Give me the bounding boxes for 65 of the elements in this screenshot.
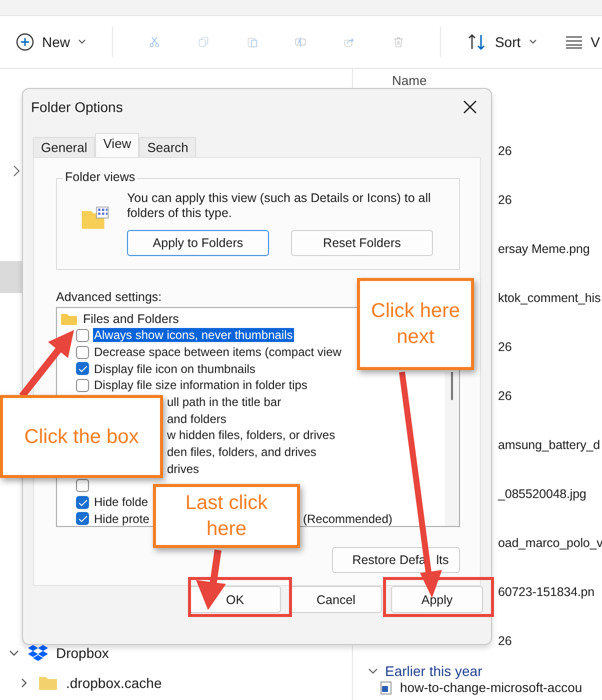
group-legend: Folder views (63, 170, 138, 184)
setting-label[interactable]: Display file icon on thumbnails (93, 362, 256, 376)
file-name[interactable]: 26 (498, 144, 512, 158)
dialog-button[interactable]: Apply to Folders (126, 230, 269, 256)
tab[interactable]: View (95, 133, 140, 157)
nav-item[interactable]: .dropbox.cache (0, 668, 352, 698)
file-name[interactable]: ktok_comment_his (498, 291, 601, 305)
sort-button[interactable]: Sort (464, 29, 539, 55)
folder-icon (61, 312, 77, 324)
checkbox[interactable] (76, 479, 89, 492)
setting-label[interactable]: Hide folde (93, 495, 150, 510)
view-button[interactable]: V (562, 30, 602, 54)
callout: Last click here (153, 484, 300, 548)
setting-label[interactable]: ull path in the title bar (166, 395, 282, 410)
file-name[interactable]: 26 (498, 634, 512, 648)
checkbox[interactable] (76, 328, 89, 342)
tab[interactable]: General (33, 137, 96, 157)
nav-item[interactable]: Dropbox (0, 638, 352, 668)
section-label: Advanced settings: (56, 290, 162, 304)
setting-label[interactable]: Decrease space between items (compact view (93, 345, 342, 360)
file-name[interactable]: how-to-change-microsoft-accou (380, 680, 582, 695)
setting-label[interactable]: Always show icons, never thumbnails (93, 328, 294, 342)
file-name[interactable]: amsung_battery_d (498, 438, 600, 452)
file-name[interactable]: ersay Meme.png (498, 242, 590, 256)
file-name[interactable]: 26 (498, 389, 512, 403)
checkbox[interactable] (76, 362, 89, 376)
sort-icon (466, 33, 487, 51)
arrow (196, 550, 226, 610)
setting-label[interactable]: Display file size information in folder tips (93, 378, 308, 392)
new-button[interactable]: New (14, 29, 88, 55)
file-name[interactable]: _085520048.jpg (498, 487, 586, 501)
callout: Click the box (0, 395, 163, 478)
document-icon (380, 680, 392, 694)
column-header[interactable]: Name (392, 73, 427, 88)
dropbox-icon (28, 644, 48, 662)
description-text: You can apply this view (such as Details or Icons) to all folders of this type. (126, 191, 432, 221)
setting-label[interactable]: and folders (166, 412, 228, 426)
checkbox[interactable] (76, 346, 89, 359)
close-icon[interactable] (463, 100, 477, 114)
window-title: Folder Options (31, 99, 123, 115)
group-header[interactable]: Earlier this year (367, 663, 482, 679)
caret-icon (528, 39, 537, 45)
file-name[interactable]: 60723-151834.pn (498, 585, 595, 599)
checkbox[interactable] (76, 496, 89, 509)
setting-label[interactable]: Hide prote (93, 512, 150, 526)
lines-icon (564, 35, 583, 49)
file-name[interactable]: 26 (498, 193, 512, 207)
setting-label[interactable]: (Recommended) (303, 512, 392, 526)
dialog-button[interactable]: Cancel (290, 586, 382, 613)
dialog-button[interactable]: Reset Folders (290, 230, 433, 256)
tree-label: Files and Folders (83, 312, 179, 326)
setting-label[interactable]: w hidden files, folders, or drives (166, 428, 336, 442)
scrollbar[interactable] (445, 372, 459, 526)
file-name[interactable]: 26 (498, 340, 512, 354)
checkbox[interactable] (76, 512, 89, 526)
checkbox[interactable] (76, 378, 89, 392)
dialog-button[interactable]: Apply (391, 586, 483, 613)
tab[interactable]: Search (139, 137, 196, 157)
folder-icon (38, 675, 58, 691)
plus-icon (16, 33, 34, 51)
callout: Click here next (357, 278, 474, 370)
chevron-right-icon[interactable] (12, 165, 20, 177)
setting-label[interactable]: drives (166, 462, 200, 476)
caret-icon (78, 39, 86, 45)
setting-label[interactable]: den files, folders, and drives (166, 445, 318, 460)
